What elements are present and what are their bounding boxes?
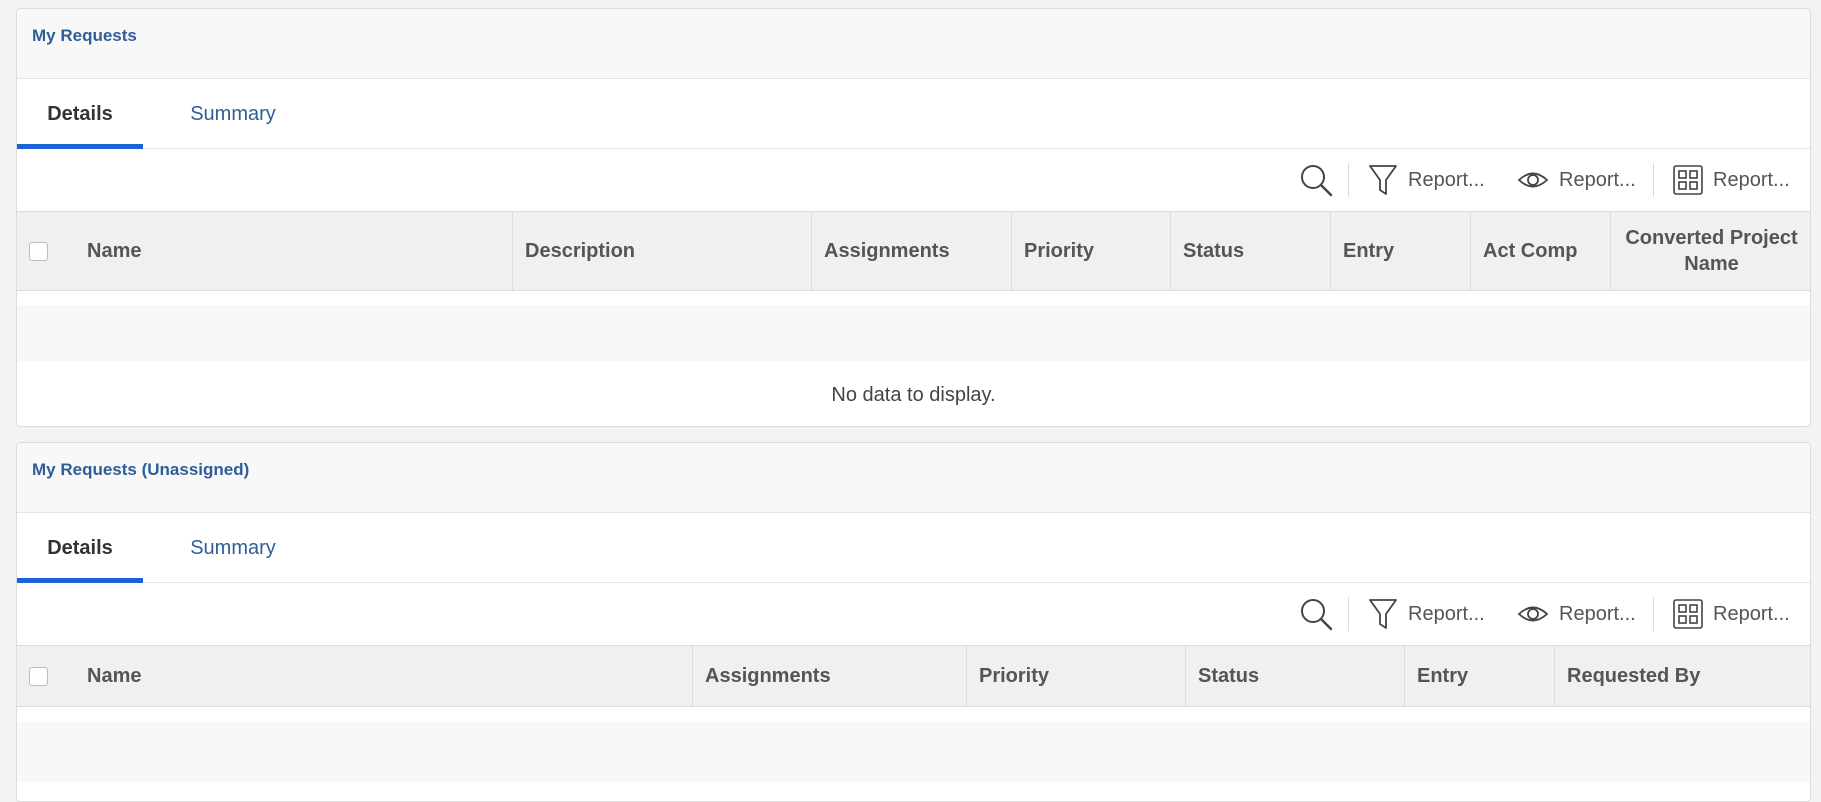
table-header: Name Description Assignments Priority St…	[17, 211, 1810, 291]
column-header-name[interactable]: Name	[75, 646, 692, 706]
eye-icon	[1517, 163, 1549, 197]
filter-icon	[1368, 597, 1398, 631]
filter-icon	[1368, 163, 1398, 197]
report-filter-label: Report...	[1408, 602, 1485, 625]
column-header-priority[interactable]: Priority	[966, 646, 1185, 706]
eye-icon	[1517, 597, 1549, 631]
tab-summary[interactable]: Summary	[158, 513, 308, 583]
toolbar-divider	[1653, 163, 1654, 197]
report-filter-button[interactable]: Report...	[1368, 163, 1485, 197]
panel-header: My Requests (Unassigned)	[17, 443, 1810, 513]
search-button[interactable]	[1299, 163, 1333, 197]
select-all-checkbox[interactable]	[29, 667, 48, 686]
column-header-assignments[interactable]: Assignments	[811, 212, 1011, 290]
panel-title[interactable]: My Requests (Unassigned)	[32, 460, 249, 480]
empty-row	[17, 722, 1810, 782]
column-header-entry[interactable]: Entry	[1330, 212, 1470, 290]
column-header-priority[interactable]: Priority	[1011, 212, 1170, 290]
column-header-entry[interactable]: Entry	[1404, 646, 1554, 706]
table-header: Name Assignments Priority Status Entry R…	[17, 645, 1810, 707]
select-all-checkbox[interactable]	[29, 242, 48, 261]
tab-summary[interactable]: Summary	[158, 79, 308, 149]
report-filter-button[interactable]: Report...	[1368, 597, 1485, 631]
toolbar-divider	[1653, 597, 1654, 631]
report-grouping-button[interactable]: Report...	[1673, 163, 1790, 197]
column-header-status[interactable]: Status	[1185, 646, 1404, 706]
tab-bar: Details Summary	[17, 513, 1810, 583]
tab-details[interactable]: Details	[17, 513, 143, 583]
report-grouping-label: Report...	[1713, 602, 1790, 625]
column-header-assignments[interactable]: Assignments	[692, 646, 966, 706]
empty-row	[17, 305, 1810, 361]
search-icon	[1299, 597, 1333, 631]
my-requests-panel: My Requests Details Summary Report... Re…	[16, 8, 1811, 427]
column-header-requested-by[interactable]: Requested By	[1554, 646, 1810, 706]
report-view-button[interactable]: Report...	[1517, 597, 1636, 631]
search-icon	[1299, 163, 1333, 197]
panel-header: My Requests	[17, 9, 1810, 79]
search-button[interactable]	[1299, 597, 1333, 631]
grid-icon	[1673, 597, 1703, 631]
report-view-button[interactable]: Report...	[1517, 163, 1636, 197]
column-header-status[interactable]: Status	[1170, 212, 1330, 290]
report-toolbar: Report... Report... Report...	[17, 583, 1810, 645]
report-filter-label: Report...	[1408, 168, 1485, 191]
tab-bar: Details Summary	[17, 79, 1810, 149]
column-header-converted-project-name[interactable]: Converted Project Name	[1610, 212, 1810, 290]
grid-icon	[1673, 163, 1703, 197]
tab-details[interactable]: Details	[17, 79, 143, 149]
my-requests-unassigned-panel: My Requests (Unassigned) Details Summary…	[16, 442, 1811, 802]
column-header-name[interactable]: Name	[75, 212, 512, 290]
column-header-act-comp[interactable]: Act Comp	[1470, 212, 1610, 290]
panel-title[interactable]: My Requests	[32, 26, 137, 46]
report-view-label: Report...	[1559, 168, 1636, 191]
report-view-label: Report...	[1559, 602, 1636, 625]
toolbar-divider	[1348, 597, 1349, 631]
toolbar-divider	[1348, 163, 1349, 197]
report-toolbar: Report... Report... Report...	[17, 149, 1810, 211]
column-header-description[interactable]: Description	[512, 212, 811, 290]
report-grouping-button[interactable]: Report...	[1673, 597, 1790, 631]
report-grouping-label: Report...	[1713, 168, 1790, 191]
empty-message: No data to display.	[831, 384, 996, 406]
